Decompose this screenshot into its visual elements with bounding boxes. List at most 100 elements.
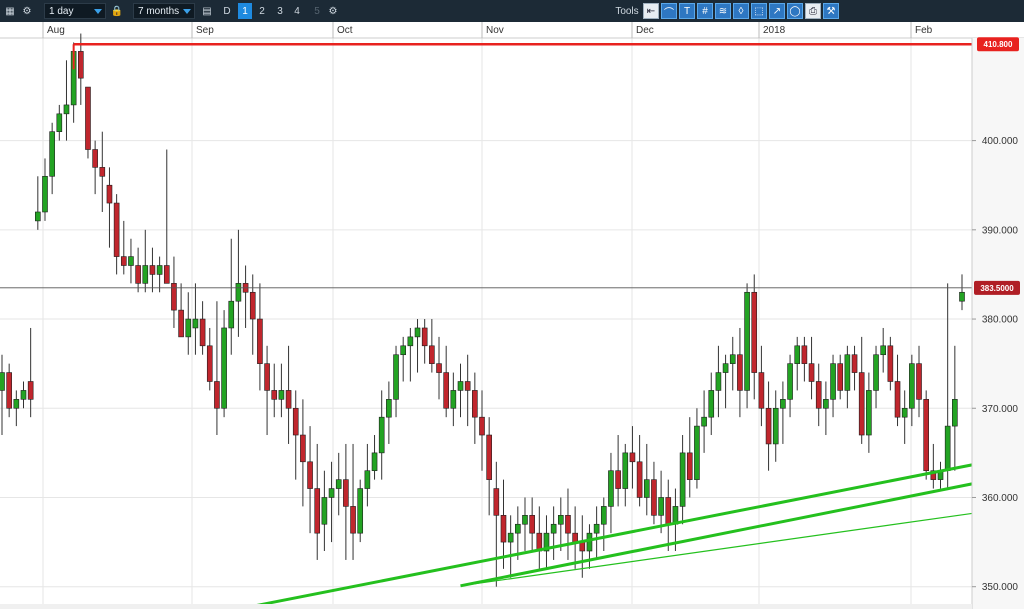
candle-down — [214, 381, 220, 409]
candle-up — [744, 291, 750, 391]
candle-up — [557, 515, 564, 525]
candle-up — [787, 363, 793, 400]
candle-up — [20, 390, 27, 400]
candle-up — [593, 523, 600, 534]
range-value: 7 months — [138, 5, 180, 17]
candle-down — [472, 390, 478, 418]
draw-settings-icon[interactable]: ⚒ — [823, 3, 839, 19]
candle-down — [77, 51, 84, 79]
candle-down — [300, 434, 306, 463]
candle-up — [952, 399, 958, 427]
scroll-track[interactable] — [0, 604, 972, 609]
candle-down — [815, 381, 822, 409]
candle-down — [565, 515, 571, 534]
candle-up — [228, 300, 235, 329]
price-chart[interactable]: Aug Sep Oct Nov Dec 2018 Feb 350.000 360.000 370… — [0, 22, 1024, 609]
candle-up — [63, 104, 70, 115]
candle-down — [135, 265, 141, 284]
candle-up — [708, 390, 715, 418]
candle-up — [156, 265, 163, 275]
candle-up — [658, 497, 664, 516]
candle-down — [178, 309, 184, 338]
marker-tool-icon[interactable]: ◊ — [733, 3, 749, 19]
candle-down — [85, 86, 91, 150]
y-tick-label: 360.000 — [982, 493, 1019, 504]
x-month-label: Nov — [486, 25, 504, 36]
x-month-label: Sep — [196, 25, 214, 36]
candle-up — [457, 381, 464, 391]
trend-tool-icon[interactable]: ↗ — [769, 3, 785, 19]
candle-up — [407, 336, 414, 347]
layout-2-button[interactable]: 2 — [255, 3, 269, 19]
text-tool-icon[interactable]: T — [679, 3, 695, 19]
candle-up — [49, 131, 55, 177]
candle-up — [679, 452, 686, 507]
candle-down — [443, 372, 449, 409]
chevron-down-icon — [183, 9, 191, 14]
candle-up — [944, 425, 951, 472]
candle-up — [35, 211, 41, 222]
fibonacci-tool-icon[interactable]: ≋ — [715, 3, 731, 19]
candle-up — [600, 506, 607, 525]
candle-down — [314, 488, 321, 534]
candle-down — [916, 363, 922, 400]
candle-down — [765, 407, 772, 445]
candle-down — [837, 363, 844, 391]
chart-background — [0, 22, 1024, 609]
candle-down — [479, 416, 485, 436]
candle-down — [486, 434, 492, 480]
interval-select[interactable]: 1 day — [44, 3, 106, 19]
candle-up — [185, 318, 192, 338]
shape-tool-icon[interactable]: ◯ — [787, 3, 803, 19]
candle-up — [321, 497, 328, 525]
candle-up — [414, 327, 421, 338]
candle-down — [343, 479, 349, 507]
candle-up — [357, 488, 364, 534]
menu-grid-icon[interactable]: ▦ — [3, 3, 17, 19]
candle-down — [615, 470, 621, 489]
range-select[interactable]: 7 months — [133, 3, 195, 19]
candle-up — [608, 470, 614, 507]
layout-1-button[interactable]: 1 — [238, 3, 252, 19]
daily-button[interactable]: D — [220, 3, 234, 19]
x-month-label: Oct — [337, 25, 353, 36]
grid-tool-icon[interactable]: # — [697, 3, 713, 19]
candle-down — [737, 354, 743, 391]
candle-up — [400, 345, 407, 356]
candle-down — [629, 452, 636, 463]
layout-4-button[interactable]: 4 — [290, 3, 304, 19]
candle-down — [429, 345, 435, 364]
candle-down — [808, 363, 815, 382]
y-tick-label: 370.000 — [982, 404, 1019, 415]
candle-down — [579, 541, 586, 552]
candle-down — [27, 381, 34, 400]
candle-down — [751, 291, 758, 373]
y-tick-label: 350.000 — [982, 582, 1019, 593]
candle-down — [285, 390, 292, 409]
layout-5-button[interactable]: 5 — [310, 3, 324, 19]
channel-tool-icon[interactable]: ⬚ — [751, 3, 767, 19]
x-month-label: Aug — [47, 25, 65, 36]
print-icon[interactable]: ⎙ — [805, 3, 821, 19]
candle-up — [142, 265, 149, 284]
arrow-tool-icon[interactable]: ⇤ — [643, 3, 659, 19]
chart-settings-gear-icon[interactable]: ⚙ — [326, 3, 340, 19]
candle-down — [307, 461, 313, 489]
candle-up — [371, 452, 378, 472]
lock-icon[interactable]: 🔒 — [110, 3, 124, 19]
candle-up — [128, 256, 134, 266]
calendar-icon[interactable]: ▤ — [200, 3, 214, 19]
curve-tool-icon[interactable]: ⌒ — [661, 3, 677, 19]
candle-up — [701, 416, 707, 427]
candle-up — [873, 354, 879, 391]
candle-up — [844, 354, 851, 391]
candle-up — [0, 372, 5, 391]
settings-gear-icon[interactable]: ⚙ — [20, 3, 34, 19]
candle-up — [235, 283, 242, 302]
candle-up — [722, 363, 729, 373]
layout-3-button[interactable]: 3 — [273, 3, 287, 19]
candle-down — [99, 167, 106, 177]
candle-down — [350, 506, 356, 534]
candle-up — [901, 407, 908, 418]
candle-down — [292, 407, 299, 436]
